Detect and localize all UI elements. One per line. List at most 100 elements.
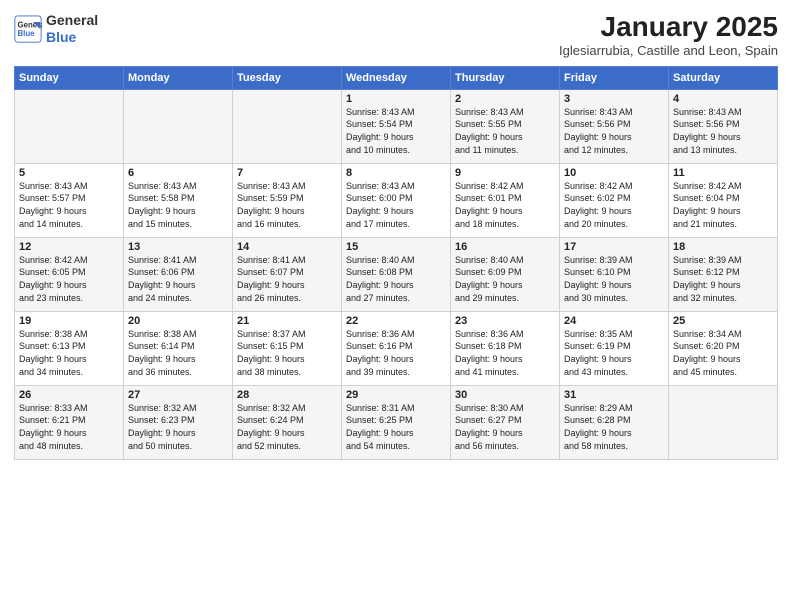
day-number: 13 bbox=[128, 241, 228, 253]
calendar-cell: 28Sunrise: 8:32 AM Sunset: 6:24 PM Dayli… bbox=[233, 385, 342, 459]
day-number: 15 bbox=[346, 241, 446, 253]
cell-info: Sunrise: 8:42 AM Sunset: 6:05 PM Dayligh… bbox=[19, 254, 119, 304]
cell-info: Sunrise: 8:39 AM Sunset: 6:10 PM Dayligh… bbox=[564, 254, 664, 304]
cell-info: Sunrise: 8:29 AM Sunset: 6:28 PM Dayligh… bbox=[564, 402, 664, 452]
calendar-cell: 27Sunrise: 8:32 AM Sunset: 6:23 PM Dayli… bbox=[124, 385, 233, 459]
calendar-cell: 21Sunrise: 8:37 AM Sunset: 6:15 PM Dayli… bbox=[233, 311, 342, 385]
calendar-cell: 17Sunrise: 8:39 AM Sunset: 6:10 PM Dayli… bbox=[560, 237, 669, 311]
page: General Blue General Blue January 2025 I… bbox=[0, 0, 792, 612]
title-block: January 2025 Iglesiarrubia, Castille and… bbox=[559, 12, 778, 58]
header-day-monday: Monday bbox=[124, 66, 233, 89]
calendar-cell: 20Sunrise: 8:38 AM Sunset: 6:14 PM Dayli… bbox=[124, 311, 233, 385]
day-number: 6 bbox=[128, 167, 228, 179]
calendar-cell: 15Sunrise: 8:40 AM Sunset: 6:08 PM Dayli… bbox=[342, 237, 451, 311]
cell-info: Sunrise: 8:37 AM Sunset: 6:15 PM Dayligh… bbox=[237, 328, 337, 378]
week-row-3: 12Sunrise: 8:42 AM Sunset: 6:05 PM Dayli… bbox=[15, 237, 778, 311]
calendar-cell bbox=[669, 385, 778, 459]
week-row-2: 5Sunrise: 8:43 AM Sunset: 5:57 PM Daylig… bbox=[15, 163, 778, 237]
cell-info: Sunrise: 8:33 AM Sunset: 6:21 PM Dayligh… bbox=[19, 402, 119, 452]
day-number: 10 bbox=[564, 167, 664, 179]
calendar-cell: 9Sunrise: 8:42 AM Sunset: 6:01 PM Daylig… bbox=[451, 163, 560, 237]
day-number: 26 bbox=[19, 389, 119, 401]
calendar-cell: 10Sunrise: 8:42 AM Sunset: 6:02 PM Dayli… bbox=[560, 163, 669, 237]
calendar-cell: 13Sunrise: 8:41 AM Sunset: 6:06 PM Dayli… bbox=[124, 237, 233, 311]
day-number: 1 bbox=[346, 93, 446, 105]
cell-info: Sunrise: 8:42 AM Sunset: 6:02 PM Dayligh… bbox=[564, 180, 664, 230]
day-number: 27 bbox=[128, 389, 228, 401]
svg-text:Blue: Blue bbox=[18, 29, 36, 38]
calendar-cell bbox=[124, 89, 233, 163]
calendar-cell: 11Sunrise: 8:42 AM Sunset: 6:04 PM Dayli… bbox=[669, 163, 778, 237]
calendar-body: 1Sunrise: 8:43 AM Sunset: 5:54 PM Daylig… bbox=[15, 89, 778, 459]
logo-text-line1: General bbox=[46, 12, 98, 29]
calendar-cell: 1Sunrise: 8:43 AM Sunset: 5:54 PM Daylig… bbox=[342, 89, 451, 163]
day-number: 14 bbox=[237, 241, 337, 253]
day-number: 28 bbox=[237, 389, 337, 401]
cell-info: Sunrise: 8:43 AM Sunset: 5:58 PM Dayligh… bbox=[128, 180, 228, 230]
cell-info: Sunrise: 8:34 AM Sunset: 6:20 PM Dayligh… bbox=[673, 328, 773, 378]
calendar-cell: 30Sunrise: 8:30 AM Sunset: 6:27 PM Dayli… bbox=[451, 385, 560, 459]
main-title: January 2025 bbox=[559, 12, 778, 43]
cell-info: Sunrise: 8:36 AM Sunset: 6:18 PM Dayligh… bbox=[455, 328, 555, 378]
cell-info: Sunrise: 8:32 AM Sunset: 6:24 PM Dayligh… bbox=[237, 402, 337, 452]
calendar-cell: 31Sunrise: 8:29 AM Sunset: 6:28 PM Dayli… bbox=[560, 385, 669, 459]
day-number: 22 bbox=[346, 315, 446, 327]
logo: General Blue General Blue bbox=[14, 12, 98, 46]
header-day-thursday: Thursday bbox=[451, 66, 560, 89]
week-row-1: 1Sunrise: 8:43 AM Sunset: 5:54 PM Daylig… bbox=[15, 89, 778, 163]
day-number: 2 bbox=[455, 93, 555, 105]
day-number: 17 bbox=[564, 241, 664, 253]
header-row: SundayMondayTuesdayWednesdayThursdayFrid… bbox=[15, 66, 778, 89]
cell-info: Sunrise: 8:32 AM Sunset: 6:23 PM Dayligh… bbox=[128, 402, 228, 452]
calendar-cell: 2Sunrise: 8:43 AM Sunset: 5:55 PM Daylig… bbox=[451, 89, 560, 163]
cell-info: Sunrise: 8:38 AM Sunset: 6:14 PM Dayligh… bbox=[128, 328, 228, 378]
header: General Blue General Blue January 2025 I… bbox=[14, 12, 778, 58]
cell-info: Sunrise: 8:31 AM Sunset: 6:25 PM Dayligh… bbox=[346, 402, 446, 452]
day-number: 4 bbox=[673, 93, 773, 105]
calendar-cell: 26Sunrise: 8:33 AM Sunset: 6:21 PM Dayli… bbox=[15, 385, 124, 459]
header-day-tuesday: Tuesday bbox=[233, 66, 342, 89]
logo-icon: General Blue bbox=[14, 15, 42, 43]
calendar-header: SundayMondayTuesdayWednesdayThursdayFrid… bbox=[15, 66, 778, 89]
logo-text-line2: Blue bbox=[46, 29, 98, 46]
calendar-cell: 22Sunrise: 8:36 AM Sunset: 6:16 PM Dayli… bbox=[342, 311, 451, 385]
cell-info: Sunrise: 8:41 AM Sunset: 6:07 PM Dayligh… bbox=[237, 254, 337, 304]
day-number: 5 bbox=[19, 167, 119, 179]
calendar-cell bbox=[15, 89, 124, 163]
week-row-5: 26Sunrise: 8:33 AM Sunset: 6:21 PM Dayli… bbox=[15, 385, 778, 459]
day-number: 21 bbox=[237, 315, 337, 327]
week-row-4: 19Sunrise: 8:38 AM Sunset: 6:13 PM Dayli… bbox=[15, 311, 778, 385]
calendar-cell: 29Sunrise: 8:31 AM Sunset: 6:25 PM Dayli… bbox=[342, 385, 451, 459]
calendar-cell: 16Sunrise: 8:40 AM Sunset: 6:09 PM Dayli… bbox=[451, 237, 560, 311]
cell-info: Sunrise: 8:43 AM Sunset: 5:59 PM Dayligh… bbox=[237, 180, 337, 230]
day-number: 18 bbox=[673, 241, 773, 253]
cell-info: Sunrise: 8:35 AM Sunset: 6:19 PM Dayligh… bbox=[564, 328, 664, 378]
cell-info: Sunrise: 8:43 AM Sunset: 5:56 PM Dayligh… bbox=[564, 106, 664, 156]
day-number: 31 bbox=[564, 389, 664, 401]
cell-info: Sunrise: 8:38 AM Sunset: 6:13 PM Dayligh… bbox=[19, 328, 119, 378]
cell-info: Sunrise: 8:42 AM Sunset: 6:01 PM Dayligh… bbox=[455, 180, 555, 230]
day-number: 23 bbox=[455, 315, 555, 327]
day-number: 30 bbox=[455, 389, 555, 401]
day-number: 29 bbox=[346, 389, 446, 401]
header-day-friday: Friday bbox=[560, 66, 669, 89]
day-number: 9 bbox=[455, 167, 555, 179]
calendar-cell bbox=[233, 89, 342, 163]
cell-info: Sunrise: 8:40 AM Sunset: 6:08 PM Dayligh… bbox=[346, 254, 446, 304]
calendar-cell: 25Sunrise: 8:34 AM Sunset: 6:20 PM Dayli… bbox=[669, 311, 778, 385]
day-number: 7 bbox=[237, 167, 337, 179]
day-number: 11 bbox=[673, 167, 773, 179]
day-number: 8 bbox=[346, 167, 446, 179]
calendar-cell: 4Sunrise: 8:43 AM Sunset: 5:56 PM Daylig… bbox=[669, 89, 778, 163]
cell-info: Sunrise: 8:42 AM Sunset: 6:04 PM Dayligh… bbox=[673, 180, 773, 230]
header-day-saturday: Saturday bbox=[669, 66, 778, 89]
cell-info: Sunrise: 8:43 AM Sunset: 5:55 PM Dayligh… bbox=[455, 106, 555, 156]
calendar-cell: 6Sunrise: 8:43 AM Sunset: 5:58 PM Daylig… bbox=[124, 163, 233, 237]
cell-info: Sunrise: 8:30 AM Sunset: 6:27 PM Dayligh… bbox=[455, 402, 555, 452]
calendar-cell: 3Sunrise: 8:43 AM Sunset: 5:56 PM Daylig… bbox=[560, 89, 669, 163]
day-number: 20 bbox=[128, 315, 228, 327]
cell-info: Sunrise: 8:40 AM Sunset: 6:09 PM Dayligh… bbox=[455, 254, 555, 304]
cell-info: Sunrise: 8:43 AM Sunset: 5:54 PM Dayligh… bbox=[346, 106, 446, 156]
day-number: 12 bbox=[19, 241, 119, 253]
day-number: 25 bbox=[673, 315, 773, 327]
